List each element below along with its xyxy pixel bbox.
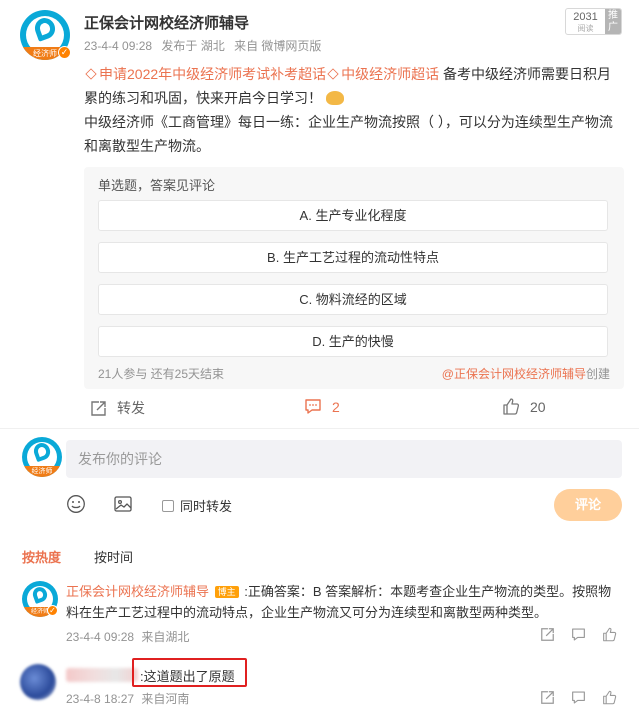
read-count-label: 阅读: [577, 24, 594, 33]
topic-link-2[interactable]: 中级经济师超话: [326, 66, 439, 82]
submit-comment-button[interactable]: 评论: [554, 489, 622, 521]
comment-icon: [305, 399, 321, 414]
comment-input[interactable]: 发布你的评论: [66, 440, 622, 478]
thumbs-up-icon: [503, 398, 520, 415]
reply-icon[interactable]: [571, 627, 586, 642]
image-icon: [114, 496, 132, 512]
post-source: 来自 微博网页版: [234, 39, 322, 53]
comment-time: 23-4-8 18:27: [66, 692, 135, 706]
avatar-tag: 经济师: [22, 466, 62, 477]
like-button[interactable]: 20: [502, 398, 546, 415]
repost-button[interactable]: 转发: [90, 398, 145, 418]
thumbs-up-icon[interactable]: [602, 627, 617, 642]
topic-1-label: 申请2022年中级经济师考试补考超话: [99, 66, 327, 82]
checkbox-box[interactable]: [162, 499, 174, 512]
repost-icon[interactable]: [540, 690, 555, 705]
super-topic-icon: [327, 68, 339, 80]
repost-icon: [91, 400, 106, 416]
like-count: 20: [530, 398, 546, 415]
poll-option-b[interactable]: B. 生产工艺过程的流动性特点: [98, 242, 608, 273]
repost-label: 转发: [117, 400, 145, 416]
poll-option-d[interactable]: D. 生产的快慢: [98, 326, 608, 357]
post-location: 发布于 湖北: [161, 39, 225, 53]
comment-meta: 23-4-8 18:27 来自河南: [66, 690, 193, 707]
topic-link-1[interactable]: 申请2022年中级经济师考试补考超话: [84, 66, 326, 82]
smiley-icon: [67, 495, 85, 513]
read-count-value: 2031: [573, 11, 598, 23]
post-text-question: 中级经济师《工商管理》每日一练：企业生产物流按照（ ），可以分为连续型生产物流和…: [84, 114, 613, 154]
poll-option-c[interactable]: C. 物料流经的区域: [98, 284, 608, 315]
emoji-button[interactable]: [66, 494, 86, 517]
verified-icon: ✓: [47, 605, 58, 616]
blogger-badge: 博主: [214, 586, 239, 598]
sort-by-time-tab[interactable]: 按时间: [94, 547, 133, 566]
poll-creator-suffix: 创建: [585, 367, 610, 381]
poll-stats: 21人参与 还有25天结束: [98, 367, 225, 381]
comment-text: 正保会计网校经济师辅导 博主 :正确答案：B 答案解析：本题考查企业生产物流的类…: [66, 581, 622, 623]
reply-icon[interactable]: [571, 690, 586, 705]
comment-actions: [540, 690, 617, 705]
comment-meta: 23-4-4 09:28 来自湖北: [66, 628, 193, 645]
comment-button[interactable]: 2: [304, 398, 340, 415]
poll-creator-link[interactable]: @正保会计网校经济师辅导: [442, 367, 586, 381]
poll-type: 单选题，答案见评论: [98, 178, 216, 193]
current-user-avatar[interactable]: 经济师: [22, 437, 62, 477]
comment-time: 23-4-4 09:28: [66, 630, 135, 644]
poll-card: 单选题，答案见评论 A. 生产专业化程度 B. 生产工艺过程的流动性特点 C. …: [84, 167, 624, 389]
poll-option-a[interactable]: A. 生产专业化程度: [98, 200, 608, 231]
post-text: 申请2022年中级经济师考试补考超话 中级经济师超话 备考中级经济师需要日积月累的…: [84, 62, 624, 158]
sort-by-hot-tab[interactable]: 按热度: [22, 547, 61, 566]
post-meta: 23-4-4 09:28 发布于 湖北 来自 微博网页版: [84, 37, 327, 54]
read-count-badge: 2031 阅读 推广: [565, 8, 622, 35]
divider: [0, 428, 639, 429]
topic-2-label: 中级经济师超话: [341, 66, 440, 82]
comment-location: 来自湖北: [141, 630, 190, 644]
repost-checkbox[interactable]: 同时转发: [162, 496, 232, 515]
comment-actions: [540, 627, 617, 642]
image-button[interactable]: [113, 494, 133, 517]
verified-icon: ✓: [58, 46, 71, 59]
comment-author-blurred[interactable]: [66, 668, 138, 682]
comment-author[interactable]: 正保会计网校经济师辅导: [66, 584, 209, 599]
post-author-name[interactable]: 正保会计网校经济师辅导: [84, 12, 249, 33]
read-count: 2031 阅读: [566, 9, 605, 34]
comment-avatar-blurred[interactable]: [20, 664, 56, 700]
thumbs-up-icon[interactable]: [602, 690, 617, 705]
poll-creator: @正保会计网校经济师辅导创建: [442, 365, 610, 382]
snail-emoji-icon: [325, 91, 344, 105]
repost-icon[interactable]: [540, 627, 555, 642]
comment-count: 2: [332, 398, 340, 415]
comment-location: 来自河南: [141, 692, 190, 706]
super-topic-icon: [85, 68, 97, 80]
promote-button[interactable]: 推广: [605, 9, 621, 34]
comment-text: :这道题出了原题: [140, 669, 235, 684]
repost-checkbox-label: 同时转发: [180, 499, 233, 514]
post-time[interactable]: 23-4-4 09:28: [84, 39, 152, 53]
